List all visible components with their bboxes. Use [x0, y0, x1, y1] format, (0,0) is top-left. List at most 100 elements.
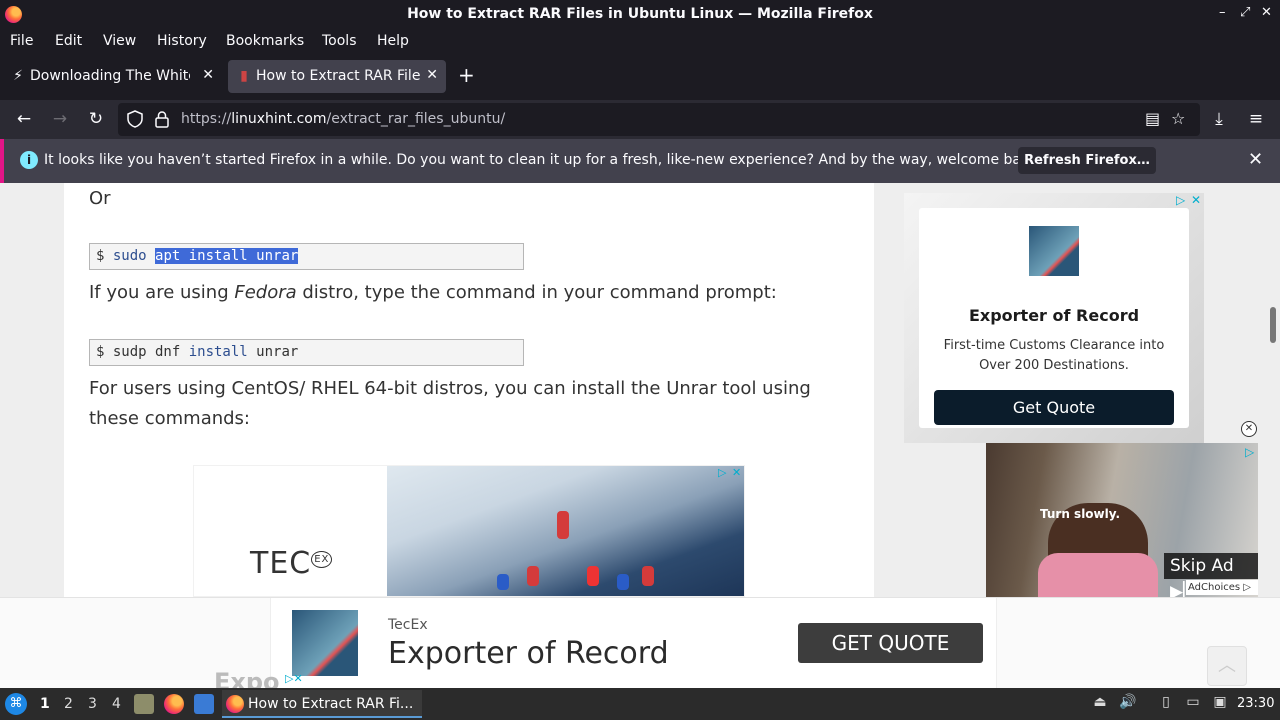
refresh-firefox-button[interactable]: Refresh Firefox…	[1018, 147, 1156, 174]
ad-headline: Exporter of Record	[388, 636, 669, 671]
video-ad[interactable]: Turn slowly. ▷ Skip Ad ▶▏ AdChoices ▷	[986, 443, 1258, 597]
workspace-1[interactable]: 1	[40, 696, 50, 712]
tecex-logo: TEC EX	[250, 546, 333, 581]
video-figure-shirt	[1038, 553, 1158, 597]
scroll-to-top-button[interactable]: ︿	[1207, 646, 1247, 686]
sticky-footer-ad[interactable]: TecEx Exporter of Record GET QUOTE Expo …	[0, 597, 1280, 696]
lock-icon[interactable]	[154, 110, 170, 128]
menu-history[interactable]: History	[157, 33, 207, 49]
sidebar-ad[interactable]: ▷ ✕ Exporter of Record First-time Custom…	[904, 193, 1204, 443]
code-block-dnf[interactable]: $ sudp dnf install unrar	[89, 339, 524, 366]
menu-view[interactable]: View	[103, 33, 136, 49]
lab-photo	[387, 466, 744, 596]
forward-arrow-icon[interactable]: →	[48, 108, 72, 132]
url-text[interactable]: https://linuxhint.com/extract_rar_files_…	[181, 111, 505, 127]
tray-eject-icon[interactable]: ⏏	[1091, 694, 1109, 712]
hamburger-menu-icon[interactable]: ≡	[1244, 108, 1268, 132]
close-window-button[interactable]: ✕	[1261, 5, 1272, 20]
back-arrow-icon[interactable]: ←	[12, 108, 36, 132]
or-text: Or	[89, 188, 111, 209]
volume-icon[interactable]: 🔊	[1119, 694, 1137, 712]
scrollbar-thumb[interactable]	[1270, 307, 1276, 343]
ad-close-icon[interactable]: ✕	[1191, 193, 1201, 207]
ad-title: Exporter of Record	[968, 306, 1140, 325]
centos-paragraph: For users using CentOS/ RHEL 64-bit dist…	[89, 378, 811, 429]
tab-downloading[interactable]: ⚡ Downloading The White House ✕	[2, 60, 222, 93]
clipboard-icon[interactable]: ▯	[1157, 694, 1175, 712]
url-bar[interactable]: https://linuxhint.com/extract_rar_files_…	[118, 103, 1200, 136]
adchoices-icon[interactable]: ▷	[718, 466, 726, 479]
test-tube	[642, 566, 654, 586]
ad-card: Exporter of Record First-time Customs Cl…	[919, 208, 1189, 428]
fedora-paragraph: If you are using Fedora distro, type the…	[89, 282, 777, 303]
ad-brand: TecEx	[388, 617, 428, 633]
bookmark-star-icon[interactable]: ☆	[1171, 109, 1185, 128]
page-scrollbar[interactable]	[1267, 183, 1280, 597]
code-block-apt[interactable]: $ sudo apt install unrar	[89, 243, 524, 270]
ad-close-icon[interactable]: ✕	[732, 466, 741, 479]
firefox-icon	[226, 695, 244, 713]
ad-close-icon[interactable]: ▷✕	[285, 672, 303, 685]
skip-ad-button[interactable]: Skip Ad ▶▏	[1164, 553, 1258, 597]
task-title: How to Extract RAR Fi...	[248, 696, 414, 712]
new-tab-button[interactable]: +	[458, 64, 475, 86]
close-tab-icon[interactable]: ✕	[202, 67, 214, 83]
menu-edit[interactable]: Edit	[55, 33, 82, 49]
info-icon: i	[20, 151, 38, 169]
window-title: How to Extract RAR Files in Ubuntu Linux…	[407, 6, 873, 22]
menu-file[interactable]: File	[10, 33, 33, 49]
desktop-icon[interactable]	[194, 694, 214, 714]
test-tube	[497, 574, 509, 590]
notification-message: It looks like you haven’t started Firefo…	[44, 152, 1043, 168]
close-tab-icon[interactable]: ✕	[426, 67, 438, 83]
workspace-3[interactable]: 3	[88, 696, 97, 712]
sticky-ad-banner[interactable]: TecEx Exporter of Record GET QUOTE	[270, 598, 997, 689]
video-ad-close-icon[interactable]: ✕	[1241, 421, 1257, 437]
reader-view-icon[interactable]: ▤	[1145, 109, 1160, 128]
menu-bookmarks[interactable]: Bookmarks	[226, 33, 304, 49]
test-tube	[617, 574, 629, 590]
taskbar-firefox-task[interactable]: How to Extract RAR Fi...	[222, 690, 422, 718]
page-content: Or $ sudo apt install unrar If you are u…	[0, 183, 1267, 597]
article-body: Or $ sudo apt install unrar If you are u…	[64, 183, 874, 597]
start-menu-icon[interactable]: ⌘	[5, 693, 27, 715]
lightning-icon: ⚡	[13, 68, 23, 84]
get-quote-button[interactable]: Get Quote	[934, 390, 1174, 425]
menu-tools[interactable]: Tools	[322, 33, 357, 49]
menu-help[interactable]: Help	[377, 33, 409, 49]
maximize-button[interactable]: ⤢	[1240, 5, 1250, 20]
menubar: File Edit View History Bookmarks Tools H…	[0, 29, 1280, 54]
adchoices-icon[interactable]: ▷	[1176, 193, 1185, 207]
site-favicon-icon: ▮	[240, 68, 248, 84]
get-quote-button[interactable]: GET QUOTE	[798, 623, 983, 663]
refresh-notification: i It looks like you haven’t started Fire…	[0, 139, 1280, 183]
tab-strip: ⚡ Downloading The White House ✕ ▮ How to…	[0, 54, 1280, 100]
firefox-launcher-icon[interactable]	[164, 694, 184, 714]
navigation-bar: ← → ↻ https://linuxhint.com/extract_rar_…	[0, 100, 1280, 139]
test-tube	[557, 511, 569, 539]
test-tube	[527, 566, 539, 586]
window-titlebar: How to Extract RAR Files in Ubuntu Linux…	[0, 0, 1280, 29]
close-notification-icon[interactable]: ✕	[1248, 149, 1263, 170]
ad-body: First-time Customs Clearance into Over 2…	[943, 338, 1165, 373]
adchoices-icon[interactable]: ▷	[1245, 445, 1254, 459]
file-manager-icon[interactable]	[134, 694, 154, 714]
ad-thumbnail	[1029, 226, 1079, 276]
inline-ad[interactable]: TEC EX ▷ ✕	[193, 465, 745, 597]
notification-icon[interactable]: ▣	[1211, 694, 1229, 712]
minimize-button[interactable]: –	[1219, 5, 1226, 20]
tab-extract-rar[interactable]: ▮ How to Extract RAR Files in Ubuntu Lin…	[228, 60, 446, 93]
clock: 23:30	[1237, 696, 1275, 711]
display-icon[interactable]: ▭	[1184, 694, 1202, 712]
shield-icon[interactable]	[126, 110, 144, 128]
downloads-icon[interactable]: ⤓	[1207, 108, 1231, 132]
tab-label: How to Extract RAR Files in Ubuntu Linux	[256, 68, 421, 84]
video-caption: Turn slowly.	[1040, 507, 1121, 521]
adchoices-link[interactable]: AdChoices ▷	[1186, 580, 1258, 595]
selected-text: apt install unrar	[155, 248, 299, 264]
os-taskbar: ⌘ 1 2 3 4 How to Extract RAR Fi... ⏏ 🔊 ▯…	[0, 688, 1280, 720]
test-tube	[587, 566, 599, 586]
workspace-4[interactable]: 4	[112, 696, 121, 712]
workspace-2[interactable]: 2	[64, 696, 73, 712]
reload-icon[interactable]: ↻	[84, 108, 108, 132]
